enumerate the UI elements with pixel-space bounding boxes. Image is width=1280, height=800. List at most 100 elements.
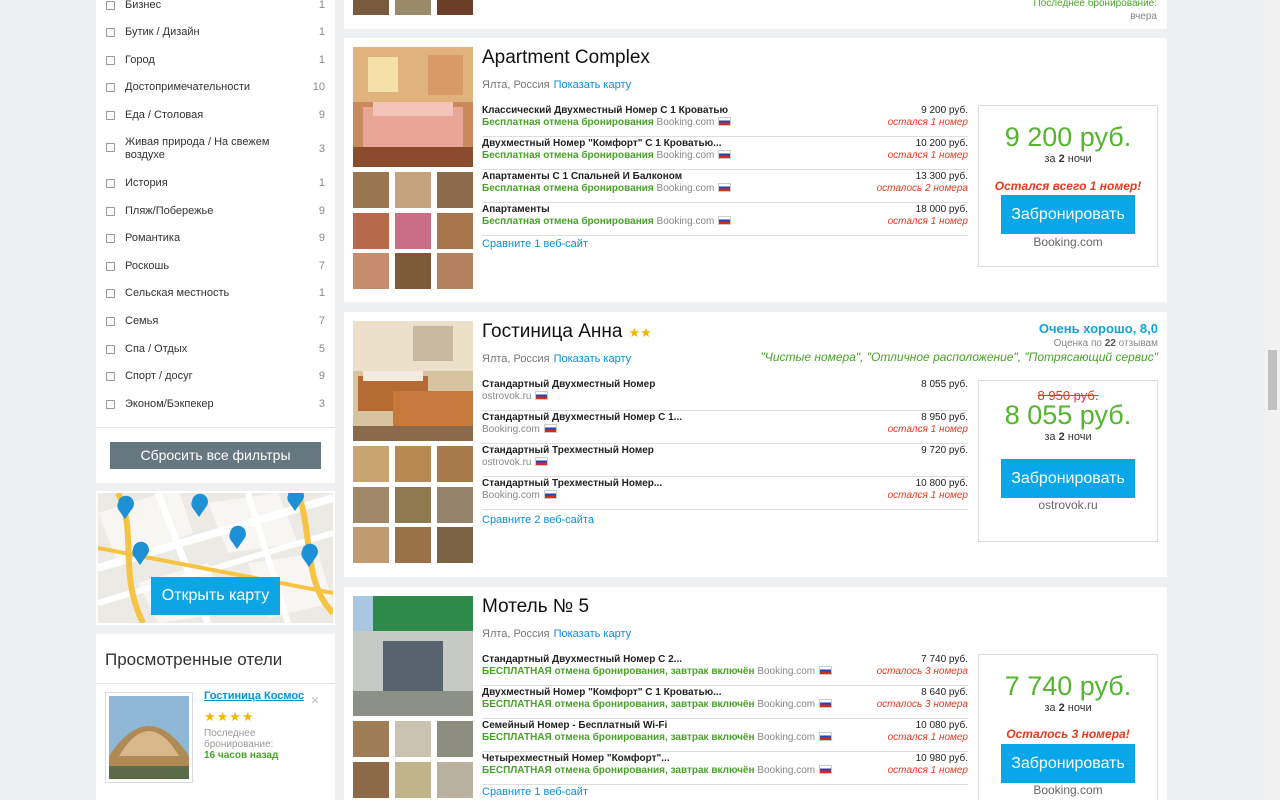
filter-checkbox[interactable]: [106, 400, 115, 409]
thumbnail[interactable]: [437, 172, 473, 208]
room-row[interactable]: Четырехместный Номер "Комфорт"... БЕСПЛАТ…: [482, 752, 968, 785]
compare-sites-link[interactable]: Сравните 1 веб-сайт: [482, 786, 588, 798]
last-booking-time: вчера: [1130, 11, 1157, 22]
thumbnail[interactable]: [353, 487, 389, 523]
russia-flag-icon: [718, 150, 732, 159]
viewed-hotel-link[interactable]: Гостиница Космос: [204, 690, 304, 702]
filter-checkbox[interactable]: [106, 28, 115, 37]
thumbnail[interactable]: [353, 0, 389, 15]
open-map-button[interactable]: Открыть карту: [151, 577, 280, 615]
filter-label: Достопримечательности: [125, 81, 251, 93]
thumbnail[interactable]: [395, 446, 431, 482]
thumbnail[interactable]: [353, 172, 389, 208]
thumbnail[interactable]: [437, 527, 473, 563]
room-row[interactable]: Классический Двухместный Номер С 1 Крова…: [482, 104, 968, 137]
hotel-main-photo[interactable]: [353, 321, 473, 441]
filter-checkbox[interactable]: [106, 111, 115, 120]
thumbnail[interactable]: [395, 487, 431, 523]
hotel-main-photo[interactable]: [353, 47, 473, 167]
book-button[interactable]: Забронировать: [1001, 195, 1135, 234]
room-row[interactable]: Семейный Номер - Бесплатный Wi-Fi БЕСПЛАТ…: [482, 719, 968, 752]
filter-item[interactable]: Живая природа / На свежем воздухе 3: [106, 136, 325, 162]
hotel-name[interactable]: Мотель № 5: [482, 596, 589, 618]
room-row[interactable]: Апартаменты С 1 Спальней И Балконом Беспл…: [482, 170, 968, 203]
hotel-name[interactable]: Apartment Complex: [482, 47, 650, 69]
thumbnail[interactable]: [353, 213, 389, 249]
filter-item[interactable]: Достопримечательности 10: [106, 81, 325, 94]
filter-item[interactable]: Спа / Отдых 5: [106, 343, 325, 356]
room-row[interactable]: Стандартный Двухместный Номер С 2... БЕСП…: [482, 653, 968, 686]
filter-item[interactable]: Пляж/Побережье 9: [106, 205, 325, 218]
thumbnail[interactable]: [395, 253, 431, 289]
room-row[interactable]: Апартаменты Бесплатная отмена бронировани…: [482, 203, 968, 236]
filter-checkbox[interactable]: [106, 262, 115, 271]
hotel-main-photo[interactable]: [353, 596, 473, 716]
filter-checkbox[interactable]: [106, 317, 115, 326]
filter-item[interactable]: Бизнес 1: [106, 0, 325, 12]
book-button[interactable]: Забронировать: [1001, 744, 1135, 783]
compare-sites-link[interactable]: Сравните 2 веб-сайта: [482, 514, 594, 526]
thumbnail[interactable]: [353, 721, 389, 757]
filter-checkbox[interactable]: [106, 372, 115, 381]
show-map-link[interactable]: Показать карту: [554, 79, 632, 91]
filter-checkbox[interactable]: [106, 143, 115, 152]
room-row[interactable]: Стандартный Двухместный Номер С 1... Book…: [482, 411, 968, 444]
thumbnail[interactable]: [437, 487, 473, 523]
page-scrollbar[interactable]: [1265, 0, 1280, 800]
filter-checkbox[interactable]: [106, 234, 115, 243]
room-row[interactable]: Стандартный Трехместный Номер... Booking.…: [482, 477, 968, 510]
russia-flag-icon: [718, 216, 732, 225]
thumbnail[interactable]: [353, 446, 389, 482]
thumbnail[interactable]: [395, 527, 431, 563]
reset-filters-button[interactable]: Сбросить все фильтры: [110, 442, 321, 469]
thumbnail[interactable]: [437, 0, 473, 15]
price-provider: Booking.com: [1033, 235, 1103, 249]
show-map-link[interactable]: Показать карту: [554, 353, 632, 365]
thumbnail[interactable]: [353, 762, 389, 798]
book-button[interactable]: Забронировать: [1001, 459, 1135, 498]
thumbnail[interactable]: [353, 253, 389, 289]
hotel-photo-image: [353, 47, 473, 167]
thumbnail[interactable]: [353, 527, 389, 563]
room-row[interactable]: Двухместный Номер "Комфорт" С 1 Кроватью…: [482, 686, 968, 719]
thumbnail[interactable]: [437, 446, 473, 482]
filter-item[interactable]: История 1: [106, 177, 325, 190]
filter-item[interactable]: Роскошь 7: [106, 260, 325, 273]
compare-sites-link[interactable]: Сравните 1 веб-сайт: [482, 238, 588, 250]
show-map-link[interactable]: Показать карту: [554, 628, 632, 640]
filter-checkbox[interactable]: [106, 207, 115, 216]
filter-count: 10: [312, 81, 325, 93]
filter-checkbox[interactable]: [106, 1, 115, 10]
thumbnail[interactable]: [437, 762, 473, 798]
filter-item[interactable]: Спорт / досуг 9: [106, 370, 325, 383]
room-row[interactable]: Стандартный Двухместный Номер ostrovok.ru…: [482, 378, 968, 411]
filter-item[interactable]: Романтика 9: [106, 232, 325, 245]
thumbnail[interactable]: [395, 721, 431, 757]
room-row[interactable]: Стандартный Трехместный Номер ostrovok.ru…: [482, 444, 968, 477]
thumbnail[interactable]: [437, 213, 473, 249]
review-score[interactable]: Очень хорошо, 8,0: [1039, 321, 1158, 336]
filter-checkbox[interactable]: [106, 56, 115, 65]
room-row[interactable]: Двухместный Номер "Комфорт" С 1 Кроватью…: [482, 137, 968, 170]
close-icon[interactable]: ×: [311, 692, 319, 708]
thumbnail[interactable]: [395, 0, 431, 15]
thumbnail[interactable]: [437, 721, 473, 757]
thumbnail[interactable]: [395, 172, 431, 208]
filter-item[interactable]: Эконом/Бэкпекер 3: [106, 398, 325, 411]
thumbnail[interactable]: [395, 213, 431, 249]
hotel-name[interactable]: Гостиница Анна ★★: [482, 321, 652, 343]
viewed-hotel-photo[interactable]: [105, 692, 193, 783]
map-preview[interactable]: Открыть карту: [96, 491, 335, 625]
thumbnail[interactable]: [395, 762, 431, 798]
filter-checkbox[interactable]: [106, 179, 115, 188]
filter-item[interactable]: Еда / Столовая 9: [106, 109, 325, 122]
filter-item[interactable]: Город 1: [106, 54, 325, 67]
filter-checkbox[interactable]: [106, 345, 115, 354]
thumbnail[interactable]: [437, 253, 473, 289]
scrollbar-thumb[interactable]: [1268, 350, 1277, 410]
filter-checkbox[interactable]: [106, 83, 115, 92]
filter-item[interactable]: Сельская местность 1: [106, 287, 325, 300]
filter-item[interactable]: Бутик / Дизайн 1: [106, 26, 325, 39]
filter-item[interactable]: Семья 7: [106, 315, 325, 328]
filter-checkbox[interactable]: [106, 289, 115, 298]
